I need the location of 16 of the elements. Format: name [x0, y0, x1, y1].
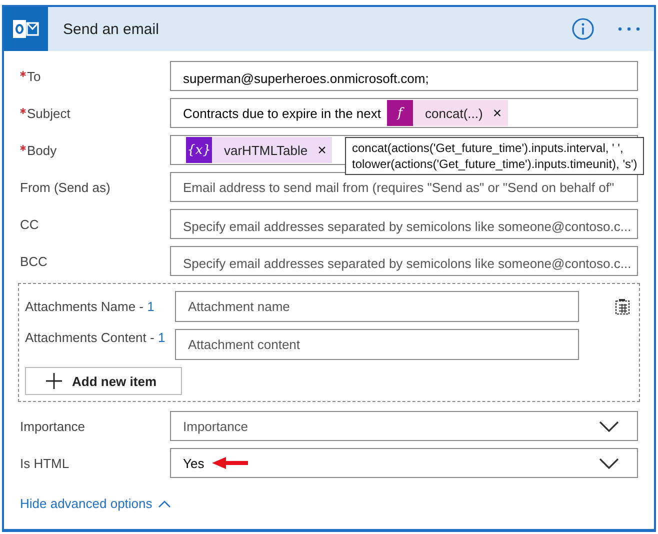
token-label: concat(...) [425, 106, 483, 120]
field-label: Body [27, 142, 57, 158]
field-label: Is HTML [20, 456, 70, 470]
expression-tooltip: concat(actions('Get_future_time').inputs.interval, ' ', tolower(actions('Get_future_time').inputs.timeunit), 's') [345, 137, 644, 175]
card-title: Send an email [63, 20, 160, 38]
variable-icon: {x} [186, 137, 212, 163]
field-label: Attachments Content - 1 [25, 330, 166, 345]
field-label: BCC [20, 254, 48, 268]
token-label: varHTMLTable [224, 142, 308, 158]
field-label: From (Send as) [20, 180, 110, 194]
field-label: To [27, 68, 41, 84]
field-label: Importance [20, 418, 86, 434]
function-icon: f [387, 100, 414, 126]
field-label: CC [20, 216, 39, 232]
field-label: Attachments Name - 1 [25, 299, 154, 314]
field-label: Subject [27, 106, 70, 120]
